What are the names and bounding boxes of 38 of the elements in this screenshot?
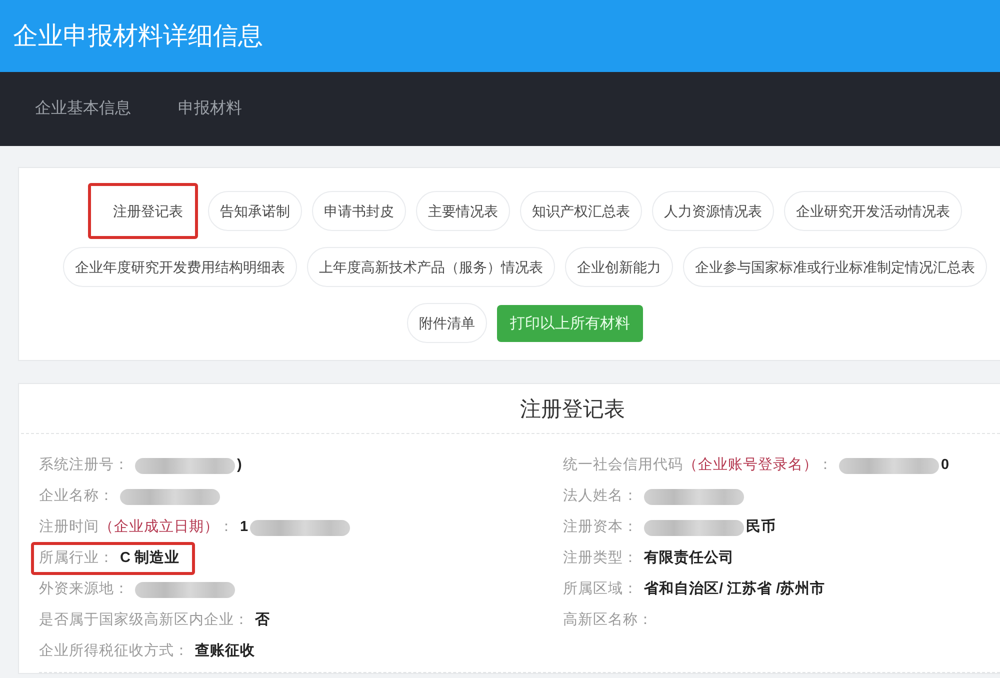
page-title: 企业申报材料详细信息 xyxy=(13,21,263,51)
field-value: 查账征收 xyxy=(195,642,255,661)
nav-link[interactable]: 企业基本信息 xyxy=(35,97,131,121)
tab-button[interactable]: 人力资源情况表 xyxy=(652,191,774,231)
field-label: 系统注册号： xyxy=(39,456,129,475)
field-value: 0 xyxy=(941,456,950,475)
field-value: 有限责任公司 xyxy=(644,548,734,568)
field-label: 统一社会信用代码（企业账号登录名）： xyxy=(563,456,833,475)
field-value: 民币 xyxy=(746,518,776,537)
tab-button[interactable]: 申请书封皮 xyxy=(312,191,406,231)
tab-button[interactable]: 企业研究开发活动情况表 xyxy=(784,191,962,231)
field-label: 是否属于国家级高新区内企业： xyxy=(39,610,249,630)
field-label: 注册资本： xyxy=(563,518,638,537)
tab-button[interactable]: 上年度高新技术产品（服务）情况表 xyxy=(307,247,555,287)
field-label: 高新区名称： xyxy=(563,610,653,630)
field-value: 省和自治区/ 江苏省 /苏州市 xyxy=(644,580,826,599)
tab-button[interactable]: 企业参与国家标准或行业标准制定情况汇总表 xyxy=(683,247,987,287)
field-label: 注册类型： xyxy=(563,548,638,568)
field-label: 企业名称： xyxy=(39,486,114,506)
field-label: 法人姓名： xyxy=(563,486,638,506)
tab-button[interactable]: 企业创新能力 xyxy=(565,247,673,287)
nav-link[interactable]: 申报材料 xyxy=(178,97,242,121)
tab-button[interactable]: 主要情况表 xyxy=(416,191,510,231)
tab-button[interactable]: 注册登记表 xyxy=(88,183,198,239)
tab-button[interactable]: 企业年度研究开发费用结构明细表 xyxy=(63,247,297,287)
form-title: 注册登记表 xyxy=(519,397,626,423)
tab-button[interactable]: 附件清单 xyxy=(407,303,487,343)
field-label: 所属区域： xyxy=(563,580,638,599)
tab-button[interactable]: 知识产权汇总表 xyxy=(520,191,642,231)
field-label: 注册时间（企业成立日期）： xyxy=(39,518,234,537)
field-value: ) xyxy=(237,456,242,475)
field-value: 1 xyxy=(240,518,248,537)
field-label: 所属行业： xyxy=(39,548,114,568)
field-label: 企业所得税征收方式： xyxy=(39,642,189,661)
tab-button[interactable]: 告知承诺制 xyxy=(208,191,302,231)
field-value: 否 xyxy=(255,610,270,630)
field-value: C 制造业 xyxy=(120,548,180,568)
field-label: 外资来源地： xyxy=(39,580,129,599)
